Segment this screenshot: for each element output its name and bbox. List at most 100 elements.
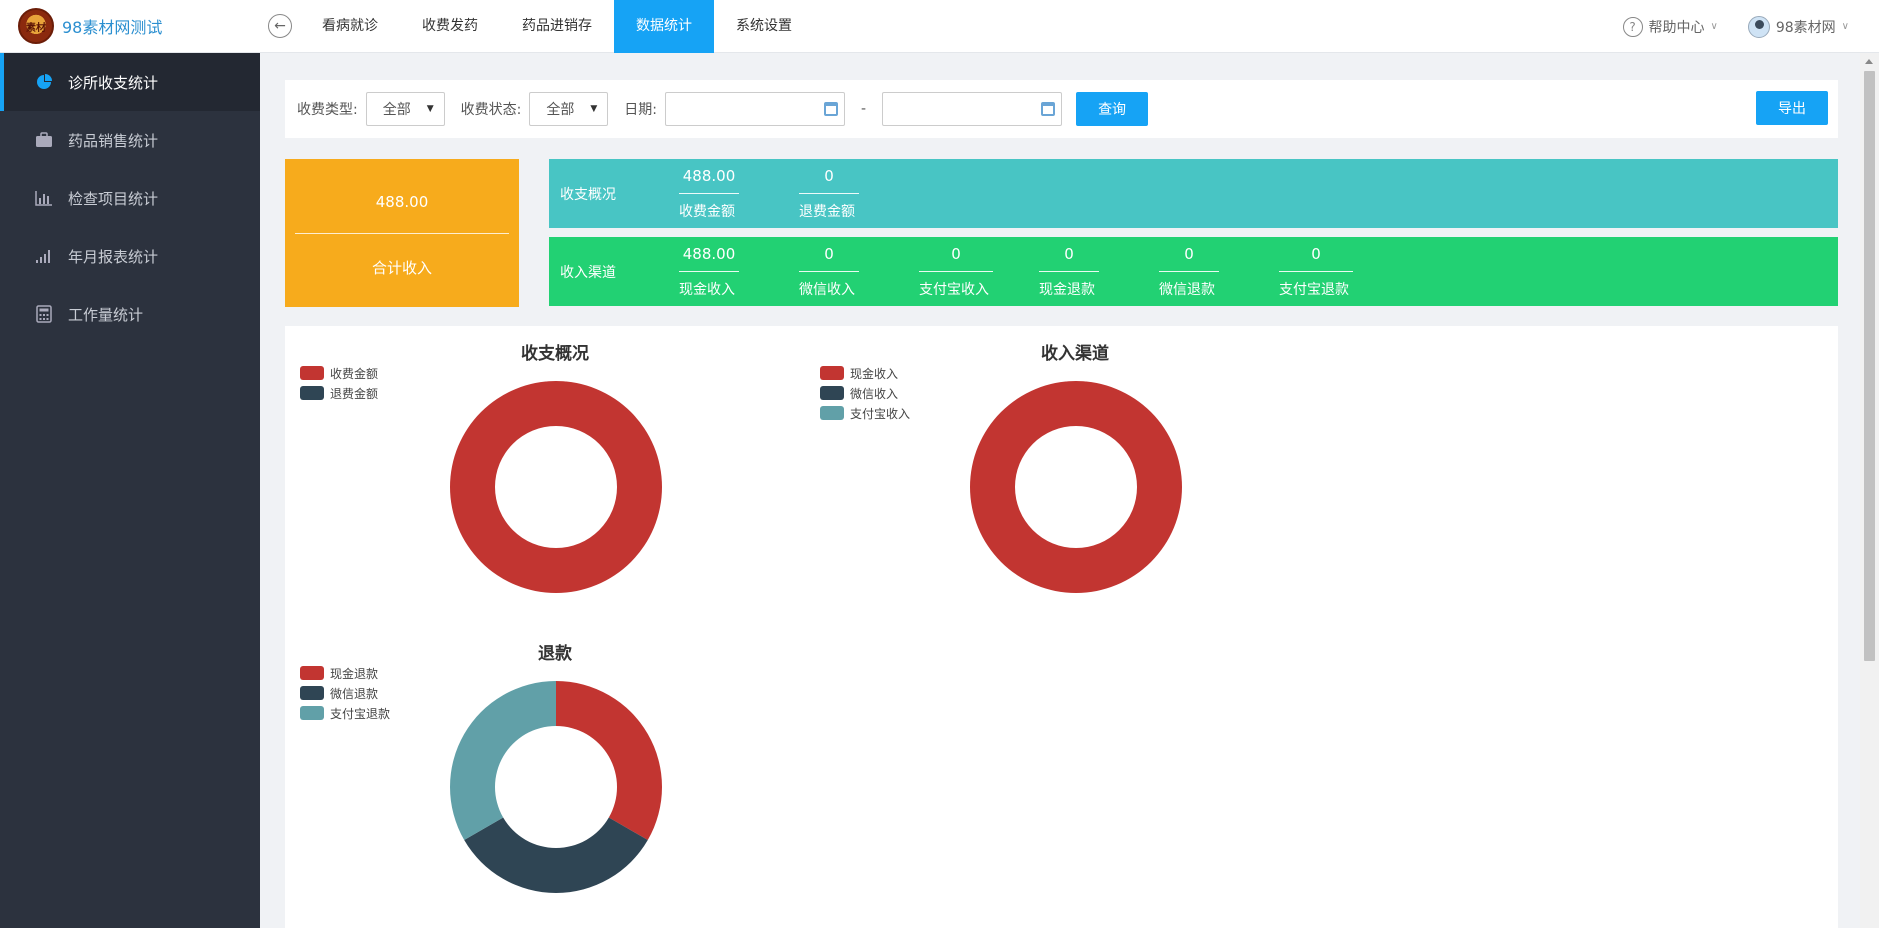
user-menu[interactable]: 98素材网 ∨ <box>1747 15 1849 38</box>
chevron-down-icon: ∨ <box>1710 21 1718 32</box>
stat-label: 支付宝收入 <box>919 282 989 298</box>
scroll-thumb[interactable] <box>1864 71 1875 661</box>
divider <box>1279 271 1353 272</box>
channels-title: 收入渠道 <box>560 264 616 281</box>
donut-chart-refund[interactable] <box>450 681 662 893</box>
charge-type-select[interactable]: 全部 ▼ <box>365 92 445 126</box>
stat-label: 收费金额 <box>679 204 735 220</box>
divider <box>679 271 739 272</box>
charge-type-value: 全部 <box>382 102 411 118</box>
stat-value: 0 <box>951 245 961 263</box>
chart-legend-channels[interactable]: 现金收入 微信收入 支付宝收入 <box>820 363 910 423</box>
top-bar: 素材 98素材网测试 ← 看病就诊 收费发药 药品进销存 数据统计 系统设置 ?… <box>0 0 1879 53</box>
caret-down-icon: ▼ <box>426 104 434 114</box>
end-date-input[interactable] <box>882 92 1063 126</box>
stat-wechat-income: 0 微信收入 <box>799 237 919 306</box>
briefcase-icon <box>34 132 54 148</box>
legend-label: 支付宝收入 <box>850 406 911 421</box>
total-income-card: 488.00 合计收入 <box>285 159 519 307</box>
stat-value: 0 <box>1311 245 1321 263</box>
legend-label: 现金退款 <box>330 666 379 681</box>
legend-item[interactable]: 支付宝退款 <box>300 703 390 723</box>
nav-item-consult[interactable]: 看病就诊 <box>300 0 400 53</box>
charge-status-select[interactable]: 全部 ▼ <box>529 92 609 126</box>
overview-band: 收支概况 488.00 收费金额 0 退费金额 <box>549 159 1838 228</box>
sidebar-item-drug-sales[interactable]: 药品销售统计 <box>0 111 260 169</box>
legend-item[interactable]: 现金收入 <box>820 363 910 383</box>
divider <box>799 193 859 194</box>
bar-chart-icon <box>34 190 54 206</box>
sidebar-item-label: 工作量统计 <box>68 305 144 324</box>
chart-legend-refund[interactable]: 现金退款 微信退款 支付宝退款 <box>300 663 390 723</box>
donut-slice-0[interactable] <box>970 381 1182 593</box>
legend-item[interactable]: 现金退款 <box>300 663 390 683</box>
stat-value: 0 <box>1184 245 1194 263</box>
stat-label: 微信收入 <box>799 282 855 298</box>
back-arrow-icon[interactable]: ← <box>268 14 292 38</box>
stat-value: 0 <box>824 245 834 263</box>
caret-down-icon: ▼ <box>590 104 598 114</box>
legend-label: 退费金额 <box>330 386 379 401</box>
donut-slice-0[interactable] <box>450 381 662 593</box>
legend-item[interactable]: 微信收入 <box>820 383 910 403</box>
query-button[interactable]: 查询 <box>1076 92 1149 126</box>
divider <box>1039 271 1099 272</box>
divider <box>919 271 993 272</box>
total-income-value: 488.00 <box>375 193 429 211</box>
chart-legend-overview[interactable]: 收费金额 退费金额 <box>300 363 378 403</box>
stat-value: 488.00 <box>682 245 736 263</box>
legend-item[interactable]: 退费金额 <box>300 383 378 403</box>
legend-item[interactable]: 微信退款 <box>300 683 390 703</box>
vertical-scrollbar[interactable] <box>1860 53 1879 928</box>
legend-swatch <box>820 366 844 380</box>
calendar-icon[interactable] <box>1041 102 1056 116</box>
stat-label: 支付宝退款 <box>1279 282 1349 298</box>
calendar-icon[interactable] <box>824 102 838 116</box>
stat-value: 0 <box>1064 245 1074 263</box>
legend-swatch <box>300 706 324 720</box>
date-separator: - <box>861 101 867 117</box>
stat-cash-refund: 0 现金退款 <box>1039 237 1159 306</box>
brand[interactable]: 素材 98素材网测试 <box>18 8 162 44</box>
legend-swatch <box>300 386 324 400</box>
overview-title: 收支概况 <box>560 186 616 203</box>
legend-swatch <box>300 686 324 700</box>
scroll-up-arrow-icon[interactable] <box>1865 59 1873 64</box>
legend-label: 支付宝退款 <box>330 706 391 721</box>
export-button[interactable]: 导出 <box>1756 91 1828 125</box>
stat-alipay-refund: 0 支付宝退款 <box>1279 237 1399 306</box>
legend-swatch <box>300 366 324 380</box>
donut-slice-1[interactable] <box>464 817 648 894</box>
legend-swatch <box>820 386 844 400</box>
start-date-input[interactable] <box>665 92 845 126</box>
sidebar-item-workload[interactable]: 工作量统计 <box>0 285 260 343</box>
chart-title-channels: 收入渠道 <box>1041 344 1109 364</box>
donut-chart-overview[interactable] <box>450 381 662 593</box>
main-content: 收费类型: 全部 ▼ 收费状态: 全部 ▼ 日期: - 查询 导出 488.00… <box>260 53 1860 928</box>
stat-charge-amount: 488.00 收费金额 <box>679 159 799 228</box>
sidebar-item-monthly-report[interactable]: 年月报表统计 <box>0 227 260 285</box>
stat-cash-income: 488.00 现金收入 <box>679 237 799 306</box>
logo-icon: 素材 <box>18 8 54 44</box>
legend-item[interactable]: 支付宝收入 <box>820 403 910 423</box>
stat-label: 退费金额 <box>799 204 855 220</box>
user-name: 98素材网 <box>1775 19 1836 36</box>
help-center-menu[interactable]: ? 帮助中心 ∨ <box>1622 16 1718 37</box>
signal-bars-icon <box>34 248 54 264</box>
charge-status-label: 收费状态: <box>460 102 522 118</box>
nav-item-settings[interactable]: 系统设置 <box>714 0 814 53</box>
avatar <box>1747 15 1770 38</box>
nav-item-charge[interactable]: 收费发药 <box>400 0 500 53</box>
donut-chart-channels[interactable] <box>970 381 1182 593</box>
legend-item[interactable]: 收费金额 <box>300 363 378 383</box>
chart-title-overview: 收支概况 <box>521 344 589 364</box>
stat-wechat-refund: 0 微信退款 <box>1159 237 1279 306</box>
sidebar-item-clinic-finance[interactable]: 诊所收支统计 <box>0 53 260 111</box>
nav-item-inventory[interactable]: 药品进销存 <box>500 0 614 53</box>
stat-label: 微信退款 <box>1159 282 1215 298</box>
calculator-icon <box>34 305 54 323</box>
donut-slice-2[interactable] <box>450 681 556 840</box>
nav-item-statistics[interactable]: 数据统计 <box>614 0 714 53</box>
donut-slice-0[interactable] <box>556 681 662 840</box>
sidebar-item-exam-items[interactable]: 检查项目统计 <box>0 169 260 227</box>
